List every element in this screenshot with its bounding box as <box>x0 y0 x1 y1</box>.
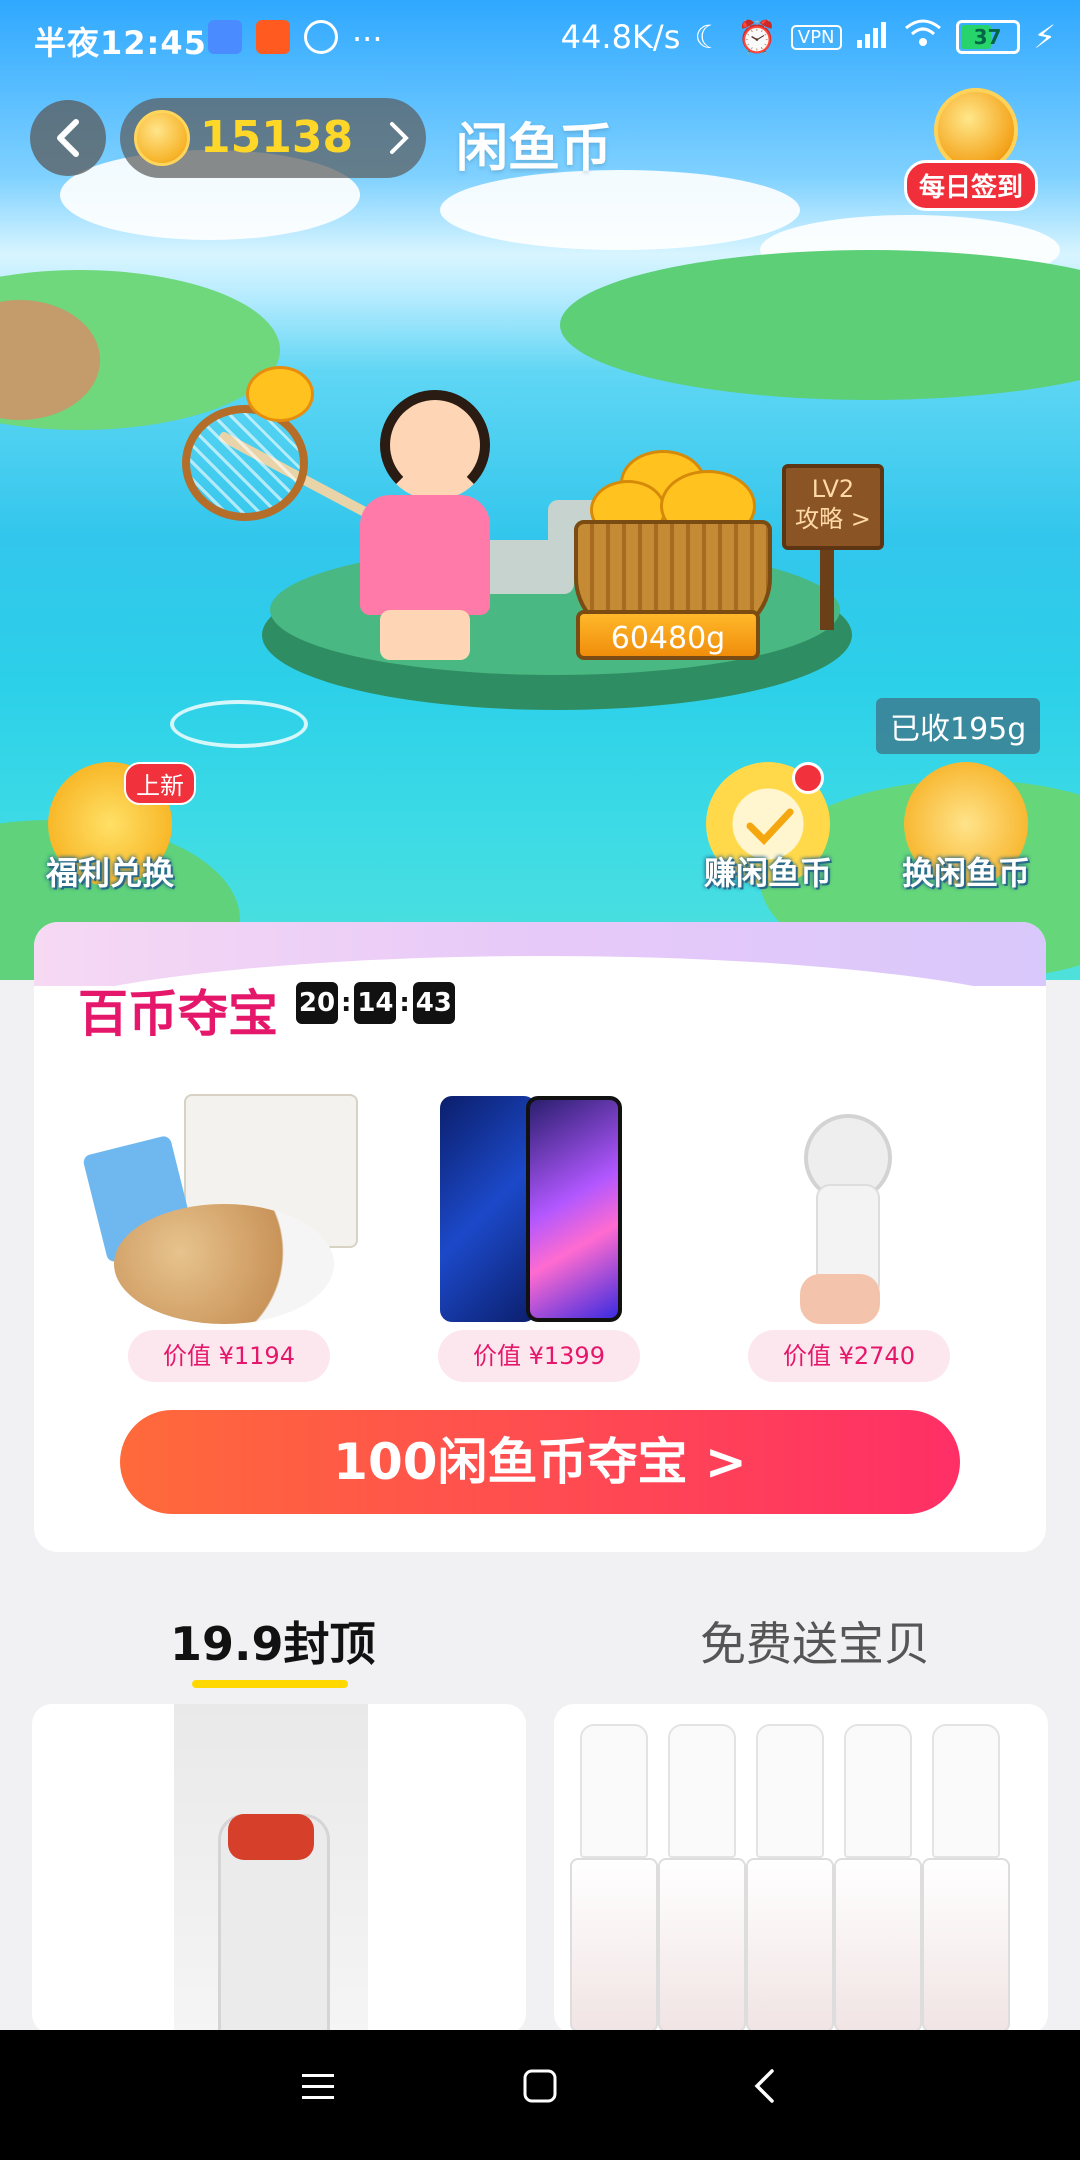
treasure-cta-button[interactable]: 100闲鱼币夺宝 > <box>120 1410 960 1514</box>
product-face-cleansing-brush[interactable] <box>704 1084 984 1342</box>
tab-19-9-capped[interactable]: 19.9封顶 <box>170 1608 376 1674</box>
level-guide-sign[interactable]: LV2 攻略 > <box>782 464 884 550</box>
back-icon[interactable] <box>750 2068 780 2104</box>
cloud <box>440 170 800 250</box>
status-bar: 半夜12:45 ··· 44.8K/s ☾ ⏰ VPN 37 ⚡ <box>0 0 1080 76</box>
back-button[interactable] <box>30 100 106 176</box>
notification-dot <box>792 762 824 794</box>
treasure-card: 百币夺宝 20 : 14 : 43 价值 ¥1194 价值 ¥1399 价值 ¥… <box>34 922 1046 1552</box>
xianyu-coin-icon <box>134 110 190 166</box>
alarm-icon: ⏰ <box>737 18 777 56</box>
active-tab-indicator <box>192 1680 348 1688</box>
signpost-pole <box>820 540 834 630</box>
moon-icon: ☾ <box>694 18 724 56</box>
level-label: LV2 <box>811 475 855 503</box>
countdown-minutes: 14 <box>354 982 397 1024</box>
product-honor-phone[interactable] <box>394 1084 674 1342</box>
phone-back-image <box>440 1096 536 1322</box>
new-badge: 上新 <box>124 762 196 805</box>
system-navigation-bar <box>0 2030 1080 2160</box>
more-notifications-icon: ··· <box>352 20 383 58</box>
signal-icon <box>856 18 890 56</box>
wifi-icon <box>904 18 942 56</box>
daily-signin-button[interactable]: 每日签到 <box>900 88 1070 211</box>
fisher-girl-character[interactable] <box>320 390 500 670</box>
exchange-coins-button[interactable]: 换闲鱼币 <box>886 762 1046 902</box>
exchange-coins-label: 换闲鱼币 <box>901 854 1030 892</box>
vpn-icon: VPN <box>790 24 842 50</box>
countdown-hours: 20 <box>296 982 338 1024</box>
treasure-title: 百币夺宝 <box>78 985 278 1043</box>
price-tag: 价值 ¥1399 <box>438 1330 640 1382</box>
status-time: 半夜12:45 <box>34 24 207 62</box>
status-app-icons: ··· <box>208 20 383 58</box>
daily-signin-label: 每日签到 <box>904 160 1039 211</box>
bottle-cap-image <box>228 1814 314 1860</box>
price-tag: 价值 ¥2740 <box>748 1330 950 1382</box>
product-card-vacuum-bottle[interactable] <box>32 1704 526 2034</box>
taobao-notification-icon <box>256 20 290 54</box>
hill <box>560 250 1080 400</box>
phone-front-image <box>526 1096 622 1322</box>
back-arrow-icon <box>57 119 79 157</box>
coin-balance-button[interactable]: 15138 <box>120 98 426 178</box>
battery-icon: 37 <box>955 20 1020 54</box>
coin-balance: 15138 <box>200 112 354 163</box>
tab-free-gift[interactable]: 免费送宝贝 <box>700 1608 930 1674</box>
water-ripple <box>170 700 308 748</box>
sync-notification-icon <box>304 20 338 54</box>
hero-scene: 半夜12:45 ··· 44.8K/s ☾ ⏰ VPN 37 ⚡ 15138 闲… <box>0 0 1080 980</box>
countdown-timer: 20 : 14 : 43 <box>296 982 455 1024</box>
price-tag: 价值 ¥1194 <box>128 1330 330 1382</box>
home-icon[interactable] <box>522 2068 558 2104</box>
battery-level: 37 <box>973 25 1002 49</box>
basket-weight: 60480g <box>576 610 760 660</box>
earn-coins-button[interactable]: 赚闲鱼币 <box>688 762 848 902</box>
charging-icon: ⚡ <box>1033 18 1056 56</box>
network-speed: 44.8K/s <box>560 18 681 56</box>
app-notification-icon <box>208 20 242 54</box>
countdown-seconds: 43 <box>412 982 455 1024</box>
menu-icon[interactable] <box>300 2068 336 2104</box>
fishing-net-icon <box>182 405 308 521</box>
chevron-right-icon <box>390 122 409 154</box>
nuts-bowl-image <box>114 1204 334 1324</box>
earn-coins-label: 赚闲鱼币 <box>703 854 832 892</box>
product-card-gel-polish[interactable] <box>554 1704 1048 2034</box>
hand-image <box>800 1274 880 1324</box>
page-title: 闲鱼币 <box>456 119 613 179</box>
guide-label: 攻略 > <box>795 505 871 533</box>
welfare-exchange-label: 福利兑换 <box>45 854 174 892</box>
collected-amount: 已收195g <box>876 698 1041 754</box>
product-nuts-gift-box[interactable] <box>82 1084 364 1342</box>
goldfish-icon <box>246 366 314 422</box>
